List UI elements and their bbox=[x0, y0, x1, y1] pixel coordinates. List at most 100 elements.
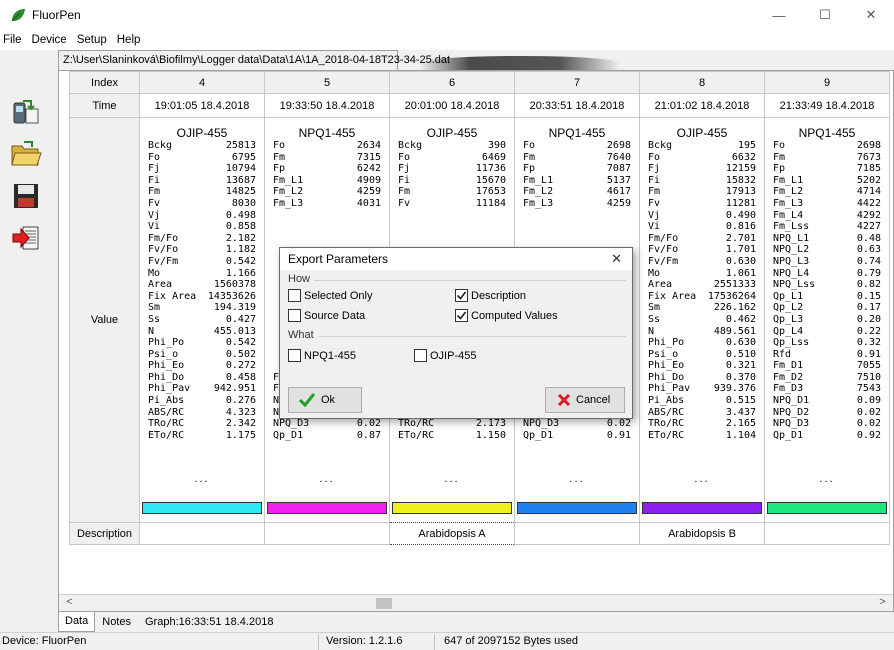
index-cell[interactable]: 9 bbox=[764, 71, 890, 94]
index-cell[interactable]: 7 bbox=[514, 71, 640, 94]
parameter-row: Fix Area 14353626 bbox=[148, 291, 256, 303]
cancel-button[interactable]: Cancel bbox=[545, 387, 625, 413]
parameter-row: Vi 0.858 bbox=[148, 221, 256, 233]
time-cell[interactable]: 20:33:51 18.4.2018 bbox=[514, 93, 640, 118]
parameter-name: Area bbox=[648, 279, 673, 291]
menu-setup[interactable]: Setup bbox=[72, 34, 112, 46]
index-cell[interactable]: 8 bbox=[639, 71, 765, 94]
parameter-row: Fi 13687 bbox=[148, 175, 256, 187]
description-cell[interactable] bbox=[139, 522, 265, 545]
time-cell[interactable]: 19:33:50 18.4.2018 bbox=[264, 93, 390, 118]
index-cell[interactable]: 4 bbox=[139, 71, 265, 94]
dialog-close-icon[interactable]: ✕ bbox=[611, 251, 622, 267]
save-file-button[interactable] bbox=[8, 179, 44, 213]
value-cell[interactable]: OJIP-455 Bckg 195 Fo 6632 Fj 12159 Fi 15832 Fm 179… bbox=[639, 117, 765, 523]
parameter-row: Fo 6795 bbox=[148, 152, 256, 164]
parameter-name bbox=[523, 233, 581, 245]
tab-data[interactable]: Data bbox=[58, 612, 96, 632]
description-cell[interactable]: Arabidopsis A bbox=[389, 522, 515, 545]
value-cell[interactable]: OJIP-455 Bckg 25813 Fo 6795 Fj 10794 Fi 13687 Fm 1… bbox=[139, 117, 265, 523]
parameter-row: Bckg 25813 bbox=[148, 140, 256, 152]
parameter-row bbox=[273, 233, 381, 245]
menu-help[interactable]: Help bbox=[112, 34, 146, 46]
measurement-color-bar[interactable] bbox=[642, 502, 762, 514]
parameter-value: 2698 bbox=[856, 140, 881, 151]
npq1-455-checkbox[interactable]: NPQ1-455 bbox=[288, 349, 356, 362]
protocol-name: NPQ1-455 bbox=[548, 126, 606, 140]
maximize-button[interactable]: ☐ bbox=[802, 0, 848, 30]
measurement-color-bar[interactable] bbox=[142, 502, 262, 514]
parameter-name: Vi bbox=[148, 221, 161, 233]
minimize-button[interactable]: — bbox=[756, 0, 802, 30]
description-cell[interactable] bbox=[514, 522, 640, 545]
parameter-row: Mo 1.061 bbox=[648, 268, 756, 280]
parameter-name: Phi_Pav bbox=[148, 383, 191, 395]
parameter-row: Fj 12159 bbox=[648, 163, 756, 175]
parameter-value: 1.061 bbox=[725, 267, 756, 279]
scrollbar-thumb[interactable] bbox=[376, 598, 392, 609]
parameter-value: 0.02 bbox=[856, 418, 881, 430]
computed-values-checkbox[interactable]: Computed Values bbox=[455, 309, 558, 322]
description-checkbox[interactable]: Description bbox=[455, 289, 526, 302]
time-cell[interactable]: 21:33:49 18.4.2018 bbox=[764, 93, 890, 118]
source-data-checkbox[interactable]: Source Data bbox=[288, 309, 365, 322]
parameter-row: Vj 0.498 bbox=[148, 210, 256, 222]
index-cell[interactable]: 5 bbox=[264, 71, 390, 94]
selected-only-checkbox[interactable]: Selected Only bbox=[288, 289, 372, 302]
scroll-right-arrow-icon[interactable]: > bbox=[874, 596, 891, 611]
protocol-name: OJIP-455 bbox=[676, 126, 728, 140]
parameter-name: Fv/Fo bbox=[648, 244, 679, 256]
index-row-header: Index bbox=[69, 71, 140, 94]
tab-notes[interactable]: Notes bbox=[95, 612, 138, 632]
more-parameters-ellipsis: ... bbox=[194, 473, 210, 485]
horizontal-scrollbar[interactable]: < > bbox=[59, 594, 893, 611]
measurement-color-bar[interactable] bbox=[517, 502, 637, 514]
measurement-color-bar[interactable] bbox=[392, 502, 512, 514]
close-button[interactable]: ✕ bbox=[848, 0, 894, 30]
parameter-value: 4714 bbox=[856, 186, 881, 198]
parameter-value: 0.91 bbox=[856, 348, 881, 360]
description-cell[interactable] bbox=[264, 522, 390, 545]
parameter-row: Qp_D1 0.87 bbox=[273, 430, 381, 442]
parameter-name: Fo bbox=[773, 140, 786, 151]
file-path-tab[interactable]: Z:\User\Slaninková\Biofilmy\Logger data\… bbox=[58, 50, 450, 70]
ok-button[interactable]: Ok bbox=[288, 387, 362, 413]
measurement-color-bar[interactable] bbox=[267, 502, 387, 514]
time-cell[interactable]: 21:01:02 18.4.2018 bbox=[639, 93, 765, 118]
time-cell[interactable]: 20:01:00 18.4.2018 bbox=[389, 93, 515, 118]
checkbox-box bbox=[455, 289, 468, 302]
value-cell[interactable]: NPQ1-455 Fo 2698 Fm 7673 Fp 7185 Fm_L1 5202 Fm_L2… bbox=[764, 117, 890, 523]
ojip-455-checkbox[interactable]: OJIP-455 bbox=[414, 349, 476, 362]
parameter-name: Phi_Do bbox=[148, 371, 185, 383]
source-data-label: Source Data bbox=[304, 309, 366, 322]
parameter-name bbox=[523, 221, 581, 233]
download-from-device-button[interactable] bbox=[8, 95, 44, 129]
scroll-left-arrow-icon[interactable]: < bbox=[61, 596, 78, 611]
parameter-name bbox=[273, 221, 331, 233]
parameter-name: Fi bbox=[648, 174, 661, 186]
parameter-list: Fo 2698 Fm 7673 Fp 7185 Fm_L1 5202 Fm_L2 4714 Fm_L… bbox=[773, 140, 881, 441]
tab-graph[interactable]: Graph:16:33:51 18.4.2018 bbox=[138, 612, 280, 632]
menu-file[interactable]: File bbox=[0, 34, 27, 46]
description-cell[interactable] bbox=[764, 522, 890, 545]
parameter-value: 6795 bbox=[231, 151, 256, 163]
open-file-button[interactable] bbox=[8, 137, 44, 171]
parameter-row: Fm_L3 4259 bbox=[523, 198, 631, 210]
parameter-value: 0.816 bbox=[725, 221, 756, 233]
export-button[interactable] bbox=[8, 221, 44, 255]
parameter-name: Fm bbox=[148, 186, 161, 198]
time-cell[interactable]: 19:01:05 18.4.2018 bbox=[139, 93, 265, 118]
parameter-row: Fp 6242 bbox=[273, 163, 381, 175]
parameter-value: 4259 bbox=[606, 197, 631, 209]
dialog-title: Export Parameters bbox=[288, 252, 389, 266]
status-bytes-used: 647 of 2097152 Bytes used bbox=[444, 635, 578, 647]
parameter-name: Fj bbox=[648, 163, 661, 175]
parameter-row: Fm/Fo 2.182 bbox=[148, 233, 256, 245]
description-cell[interactable]: Arabidopsis B bbox=[639, 522, 765, 545]
index-cell[interactable]: 6 bbox=[389, 71, 515, 94]
parameter-name bbox=[273, 233, 331, 245]
parameter-value: 2.342 bbox=[225, 418, 256, 430]
parameter-row: Pi_Abs 0.276 bbox=[148, 395, 256, 407]
measurement-color-bar[interactable] bbox=[767, 502, 887, 514]
menu-device[interactable]: Device bbox=[27, 34, 72, 46]
